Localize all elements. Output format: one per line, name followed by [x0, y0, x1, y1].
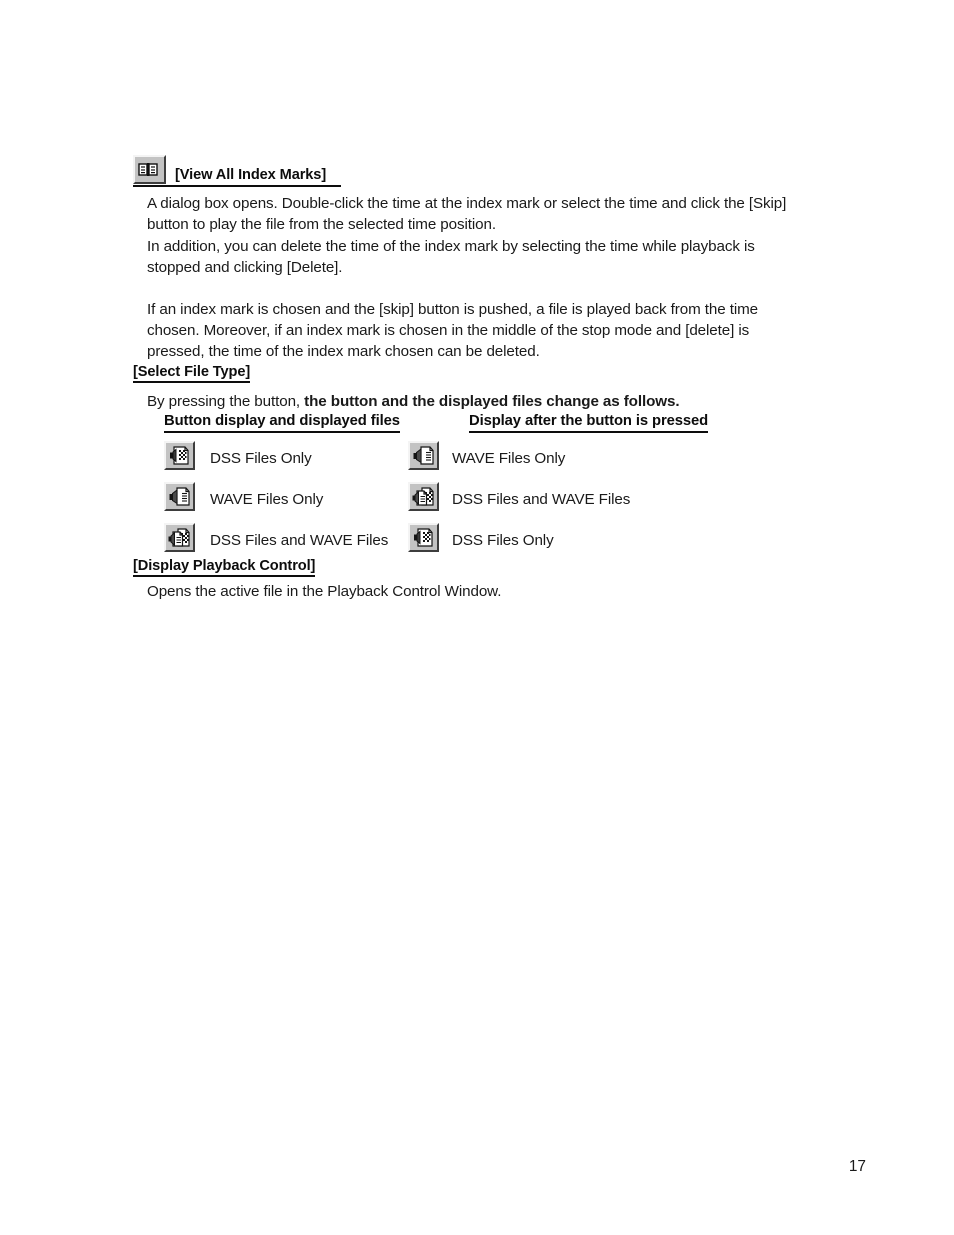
dss-and-wave-files-icon[interactable] — [164, 523, 195, 552]
file-type-row-3-pressed-label: DSS Files Only — [452, 532, 554, 549]
file-type-row-1-pressed-label: WAVE Files Only — [452, 450, 566, 467]
document-page: [View All Index Marks] A dialog box open… — [0, 0, 954, 1235]
column-header-button-display: Button display and displayed files — [164, 413, 400, 433]
wave-files-only-icon[interactable] — [164, 482, 195, 511]
file-type-row-3-current-label: DSS Files and WAVE Files — [210, 532, 389, 549]
heading-underline — [133, 185, 341, 187]
dss-files-only-icon[interactable] — [408, 523, 439, 552]
select-file-type-heading: [Select File Type] — [133, 364, 250, 383]
page-number: 17 — [848, 1158, 866, 1175]
file-type-row-1-current-label: DSS Files Only — [210, 450, 312, 467]
file-type-row-2-current-label: WAVE Files Only — [210, 491, 324, 508]
view-all-index-marks-heading-row: [View All Index Marks] — [133, 155, 343, 187]
file-type-row-2-pressed-label: DSS Files and WAVE Files — [452, 491, 631, 508]
display-playback-control-paragraph: Opens the active file in the Playback Co… — [147, 583, 502, 600]
index-mark-paragraph-1: A dialog box opens. Double-click the tim… — [147, 195, 787, 233]
select-file-type-intro: By pressing the button, the button and t… — [147, 391, 847, 412]
select-file-type-intro-bold: the button and the displayed files chang… — [304, 393, 680, 410]
wave-files-only-icon[interactable] — [408, 441, 439, 470]
index-mark-paragraph-3: If an index mark is chosen and the [skip… — [147, 301, 758, 360]
view-all-index-marks-title: [View All Index Marks] — [175, 167, 327, 183]
select-file-type-intro-plain: By pressing the button, — [147, 393, 305, 410]
open-book-icon[interactable] — [133, 155, 166, 184]
display-playback-control-heading: [Display Playback Control] — [133, 558, 315, 577]
dss-and-wave-files-icon[interactable] — [408, 482, 439, 511]
dss-files-only-icon[interactable] — [164, 441, 195, 470]
column-header-display-after-pressed: Display after the button is pressed — [469, 413, 708, 433]
index-mark-paragraph-2: In addition, you can delete the time of … — [147, 238, 755, 276]
